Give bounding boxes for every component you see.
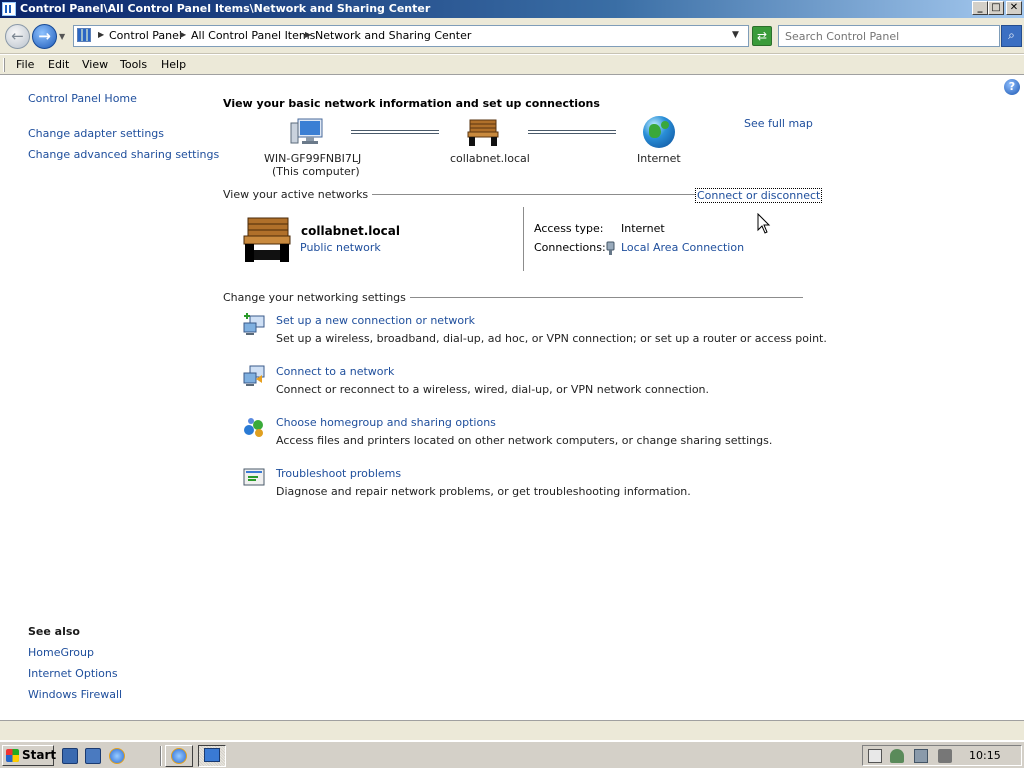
homegroup-icon[interactable] — [242, 415, 266, 439]
troubleshoot-desc: Diagnose and repair network problems, or… — [276, 485, 691, 498]
network-name-map: collabnet.local — [450, 152, 530, 165]
internet-explorer-icon[interactable] — [109, 748, 125, 764]
forward-button[interactable]: → — [32, 24, 57, 49]
vertical-divider — [523, 207, 524, 271]
new-connection-icon[interactable] — [242, 313, 266, 337]
access-type-value: Internet — [621, 222, 665, 235]
network-bench-icon — [243, 217, 291, 262]
network-type-link[interactable]: Public network — [300, 241, 381, 254]
network-tray-icon[interactable] — [914, 749, 928, 763]
breadcrumb-control-panel[interactable]: Control Panel — [109, 29, 182, 42]
troubleshoot-link[interactable]: Troubleshoot problems — [276, 467, 401, 480]
close-button[interactable]: ✕ — [1006, 1, 1022, 15]
homegroup-sharing-desc: Access files and printers located on oth… — [276, 434, 773, 447]
taskbar: Start 10:15 — [0, 741, 1024, 768]
security-shield-icon[interactable] — [890, 749, 904, 763]
menu-tools[interactable]: Tools — [120, 58, 147, 71]
taskbar-separator — [160, 746, 162, 766]
connect-to-network-link[interactable]: Connect to a network — [276, 365, 394, 378]
sidebar-change-adapter-settings[interactable]: Change adapter settings — [28, 127, 164, 140]
volume-muted-icon[interactable] — [938, 749, 952, 763]
see-also-internet-options[interactable]: Internet Options — [28, 667, 118, 680]
recent-pages-dropdown-icon[interactable]: ▼ — [59, 32, 69, 42]
system-tray: 10:15 — [862, 745, 1022, 766]
see-also-heading: See also — [28, 625, 80, 638]
page-heading: View your basic network information and … — [223, 97, 600, 110]
window-title: Control Panel\All Control Panel Items\Ne… — [20, 2, 431, 15]
network-plug-icon — [606, 241, 615, 255]
homegroup-sharing-link[interactable]: Choose homegroup and sharing options — [276, 416, 496, 429]
address-bar[interactable]: ▶ Control Panel ▶ All Control Panel Item… — [73, 25, 749, 47]
back-button[interactable]: ← — [5, 24, 30, 49]
show-desktop-icon[interactable] — [62, 748, 78, 764]
setup-new-connection-desc: Set up a wireless, broadband, dial-up, a… — [276, 332, 827, 345]
status-bar — [0, 720, 1024, 740]
computer-name: WIN-GF99FNBI7LJ — [264, 152, 362, 165]
connect-network-icon[interactable] — [242, 364, 266, 388]
control-panel-icon — [204, 748, 220, 762]
menu-view[interactable]: View — [82, 58, 108, 71]
server-manager-icon[interactable] — [85, 748, 101, 764]
troubleshoot-icon[interactable] — [242, 466, 266, 490]
breadcrumb-separator-icon[interactable]: ▶ — [98, 30, 104, 39]
see-full-map-link[interactable]: See full map — [744, 117, 813, 130]
connect-to-network-desc: Connect or reconnect to a wireless, wire… — [276, 383, 710, 396]
connections-label: Connections: — [534, 241, 606, 254]
breadcrumb-network-sharing[interactable]: Network and Sharing Center — [315, 29, 471, 42]
toolbar-grip — [3, 58, 5, 72]
network-bench-icon[interactable] — [466, 118, 500, 148]
minimize-button[interactable]: _ — [972, 1, 988, 15]
address-toolbar: ← → ▼ ▶ Control Panel ▶ All Control Pane… — [0, 18, 1024, 54]
setup-new-connection-link[interactable]: Set up a new connection or network — [276, 314, 475, 327]
see-also-windows-firewall[interactable]: Windows Firewall — [28, 688, 122, 701]
internet-globe-icon[interactable] — [643, 116, 675, 148]
access-type-label: Access type: — [534, 222, 604, 235]
computer-subtitle: (This computer) — [272, 165, 360, 178]
help-icon[interactable]: ? — [1004, 79, 1020, 95]
menu-file[interactable]: File — [16, 58, 34, 71]
control-panel-icon — [77, 28, 91, 42]
internet-explorer-icon — [171, 748, 187, 764]
sidebar-change-advanced-sharing[interactable]: Change advanced sharing settings — [28, 148, 219, 161]
menu-help[interactable]: Help — [161, 58, 186, 71]
action-center-icon[interactable] — [868, 749, 882, 763]
connection-line — [528, 130, 616, 134]
title-bar: Control Panel\All Control Panel Items\Ne… — [0, 0, 1024, 18]
computer-icon[interactable] — [290, 117, 324, 147]
breadcrumb-separator-icon[interactable]: ▶ — [180, 30, 186, 39]
mouse-cursor-icon — [757, 213, 771, 234]
taskbar-ie-window[interactable] — [165, 745, 193, 767]
local-area-connection-link[interactable]: Local Area Connection — [621, 241, 744, 254]
internet-label: Internet — [637, 152, 681, 165]
search-icon[interactable]: ⌕ — [1001, 25, 1022, 47]
sidebar-control-panel-home[interactable]: Control Panel Home — [28, 92, 137, 105]
breadcrumb-all-items[interactable]: All Control Panel Items — [191, 29, 315, 42]
address-dropdown-icon[interactable]: ▼ — [732, 30, 739, 40]
networking-settings-label: Change your networking settings — [223, 291, 410, 304]
refresh-button[interactable]: ⇄ — [752, 26, 772, 46]
clock[interactable]: 10:15 — [969, 749, 1001, 762]
maximize-button[interactable]: □ — [988, 1, 1004, 15]
connection-line — [351, 130, 439, 134]
active-networks-label: View your active networks — [223, 188, 373, 201]
connect-or-disconnect-link[interactable]: Connect or disconnect — [695, 188, 823, 203]
menu-edit[interactable]: Edit — [48, 58, 69, 71]
search-input[interactable] — [778, 25, 1000, 47]
taskbar-control-panel-window[interactable] — [198, 745, 226, 767]
menu-bar: File Edit View Tools Help — [0, 55, 1024, 75]
start-button[interactable]: Start — [2, 745, 56, 766]
active-network-name: collabnet.local — [301, 224, 400, 238]
breadcrumb-separator-icon[interactable]: ▶ — [305, 30, 311, 39]
see-also-homegroup[interactable]: HomeGroup — [28, 646, 94, 659]
control-panel-icon[interactable] — [2, 2, 16, 16]
